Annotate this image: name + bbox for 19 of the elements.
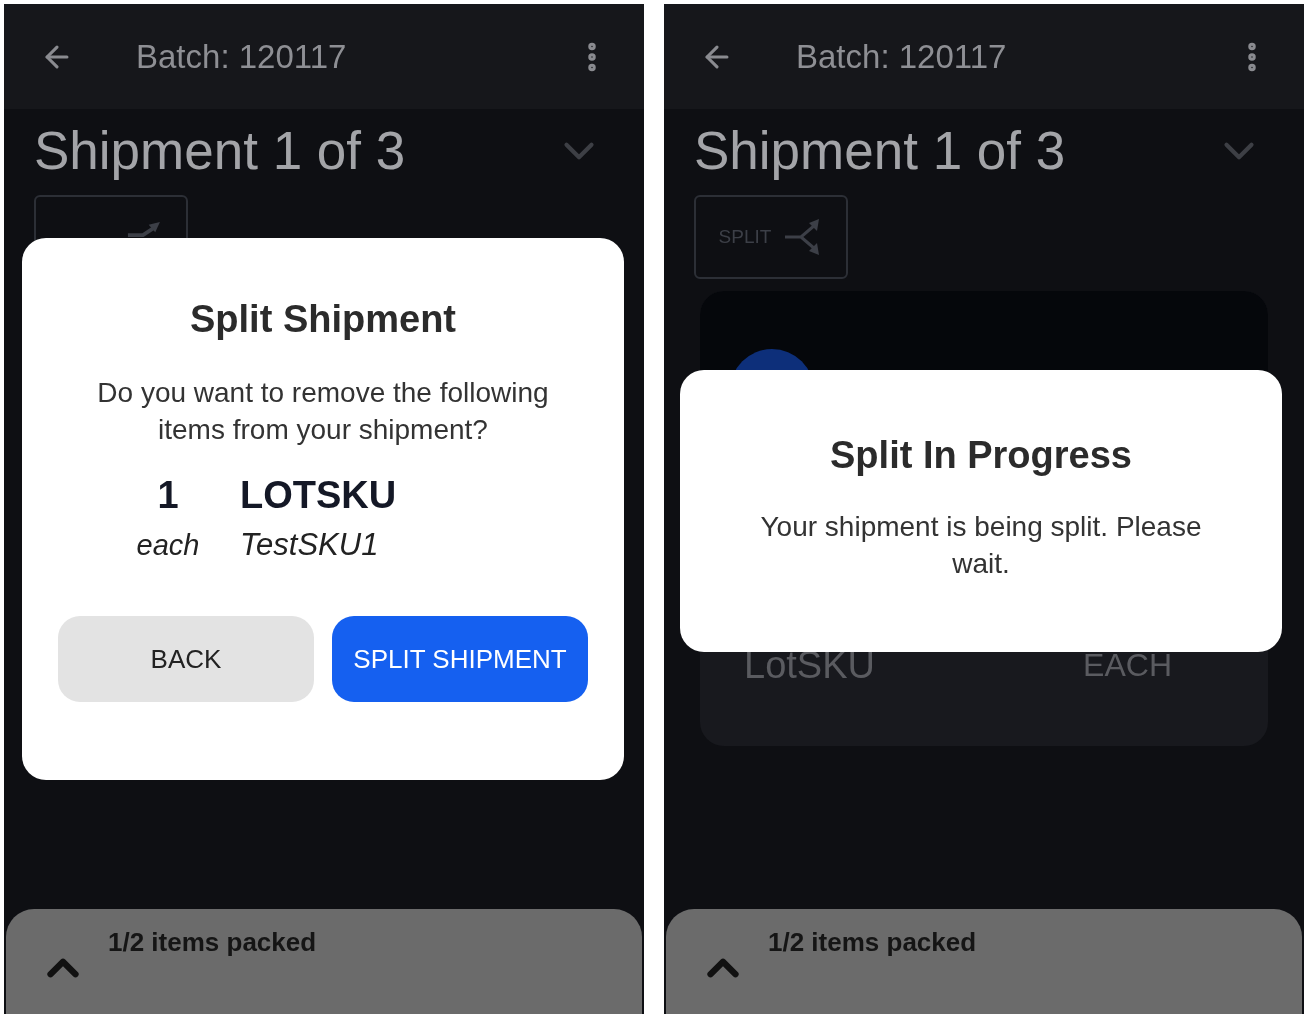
back-button[interactable]: BACK: [58, 616, 314, 702]
item-sku: TestSKU1: [240, 526, 380, 564]
item-quantity: 1: [156, 473, 180, 518]
split-shipment-button[interactable]: SPLIT SHIPMENT: [332, 616, 588, 702]
shipment-title: Shipment 1 of 3: [694, 120, 1066, 182]
dialog-message: Do you want to remove the following items from your shipment?: [96, 376, 550, 447]
item-unit: each: [135, 528, 201, 563]
shipment-title: Shipment 1 of 3: [34, 120, 406, 182]
batch-title: Batch: 120117: [796, 36, 1008, 77]
dialog-message: Your shipment is being split. Please wait.: [759, 510, 1203, 581]
packed-count: 1/2 items packed: [108, 926, 317, 959]
item-unit: EACH: [1083, 646, 1172, 685]
arrow-icon: [126, 221, 160, 237]
dialog-title: Split Shipment: [190, 300, 456, 338]
batch-title: Batch: 120117: [136, 36, 348, 77]
dialog-title: Split In Progress: [830, 436, 1132, 474]
item-name: LOTSKU: [240, 473, 397, 518]
item-name: LotSKU: [744, 643, 875, 688]
packed-count: 1/2 items packed: [768, 926, 977, 959]
